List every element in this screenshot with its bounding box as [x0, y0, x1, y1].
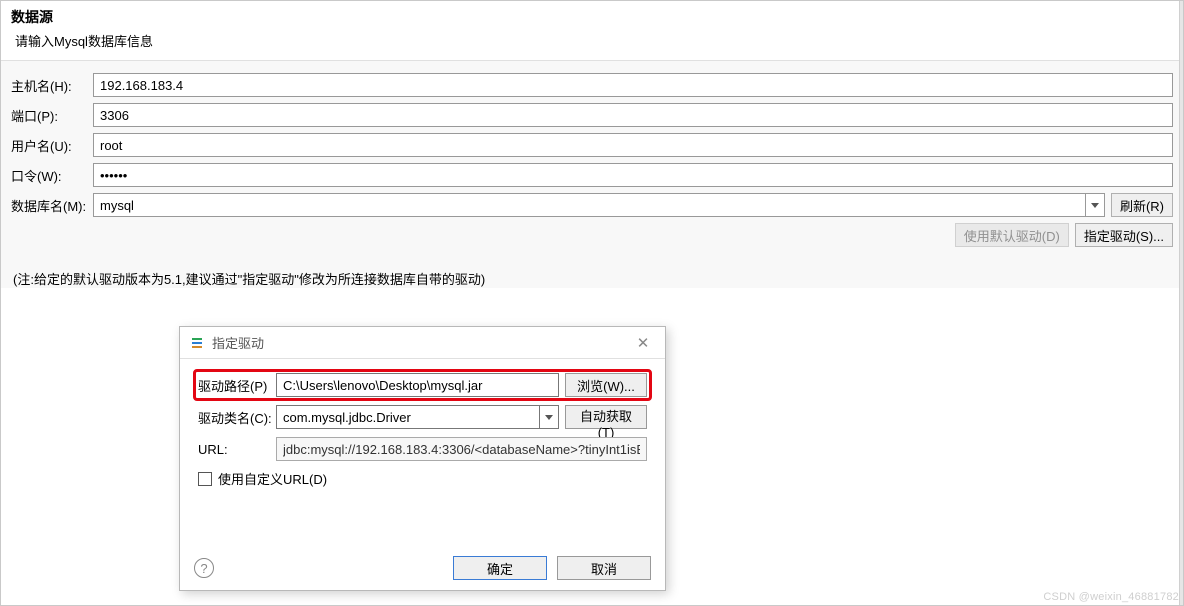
- dbname-dropdown-button[interactable]: [1085, 193, 1105, 217]
- dbname-input[interactable]: [93, 193, 1085, 217]
- dialog-close-button[interactable]: ✕: [631, 331, 655, 355]
- driver-class-input[interactable]: [276, 405, 539, 429]
- help-button[interactable]: ?: [194, 558, 214, 578]
- dialog-header: 数据源 请输入Mysql数据库信息: [1, 1, 1183, 61]
- page-subtitle: 请输入Mysql数据库信息: [1, 29, 1183, 60]
- specify-driver-button[interactable]: 指定驱动(S)...: [1075, 223, 1173, 247]
- user-label: 用户名(U):: [11, 136, 93, 155]
- user-input[interactable]: [93, 133, 1173, 157]
- driver-class-dropdown-button[interactable]: [539, 405, 559, 429]
- browse-button[interactable]: 浏览(W)...: [565, 373, 647, 397]
- ok-button[interactable]: 确定: [453, 556, 547, 580]
- driver-path-label: 驱动路径(P): [198, 376, 276, 395]
- right-resize-edge[interactable]: [1179, 1, 1183, 605]
- highlighted-path-row: 驱动路径(P) 浏览(W)...: [193, 369, 652, 401]
- driver-path-row: 驱动路径(P) 浏览(W)...: [198, 373, 647, 397]
- dbname-row: 数据库名(M): 刷新(R): [11, 193, 1173, 217]
- refresh-button[interactable]: 刷新(R): [1111, 193, 1173, 217]
- driver-path-input[interactable]: [276, 373, 559, 397]
- cancel-button[interactable]: 取消: [557, 556, 651, 580]
- port-row: 端口(P):: [11, 103, 1173, 127]
- host-input[interactable]: [93, 73, 1173, 97]
- dialog-footer: ? 确定 取消: [180, 546, 665, 590]
- driver-button-row: 使用默认驱动(D) 指定驱动(S)...: [11, 223, 1173, 247]
- url-label: URL:: [198, 442, 276, 457]
- port-input[interactable]: [93, 103, 1173, 127]
- watermark: CSDN @weixin_46881782: [1043, 591, 1179, 603]
- dialog-titlebar: 指定驱动 ✕: [180, 327, 665, 359]
- auto-fetch-button[interactable]: 自动获取(T): [565, 405, 647, 429]
- main-window: 数据源 请输入Mysql数据库信息 主机名(H): 端口(P): 用户名(U):…: [0, 0, 1184, 606]
- app-icon: [190, 335, 206, 351]
- use-default-driver-button: 使用默认驱动(D): [955, 223, 1069, 247]
- dbname-label: 数据库名(M):: [11, 196, 93, 215]
- help-icon: ?: [200, 561, 207, 576]
- user-row: 用户名(U):: [11, 133, 1173, 157]
- password-row: 口令(W):: [11, 163, 1173, 187]
- driver-class-row: 驱动类名(C): 自动获取(T): [198, 405, 647, 429]
- driver-note: (注:给定的默认驱动版本为5.1,建议通过"指定驱动"修改为所连接数据库自带的驱…: [11, 269, 1173, 288]
- host-row: 主机名(H):: [11, 73, 1173, 97]
- url-row: URL:: [198, 437, 647, 461]
- driver-class-combo: [276, 405, 559, 429]
- close-icon: ✕: [637, 334, 650, 352]
- driver-class-label: 驱动类名(C):: [198, 408, 276, 427]
- form-body: 主机名(H): 端口(P): 用户名(U): 口令(W): 数据库名(M): 刷…: [1, 61, 1183, 288]
- custom-url-label: 使用自定义URL(D): [218, 469, 327, 488]
- specify-driver-dialog: 指定驱动 ✕ 驱动路径(P) 浏览(W)... 驱动类名(C):: [179, 326, 666, 591]
- chevron-down-icon: [545, 415, 553, 420]
- password-label: 口令(W):: [11, 166, 93, 185]
- custom-url-checkbox[interactable]: [198, 472, 212, 486]
- custom-url-row: 使用自定义URL(D): [198, 469, 647, 488]
- port-label: 端口(P):: [11, 106, 93, 125]
- page-title: 数据源: [1, 1, 1183, 29]
- chevron-down-icon: [1091, 203, 1099, 208]
- dialog-title: 指定驱动: [212, 333, 264, 352]
- host-label: 主机名(H):: [11, 76, 93, 95]
- url-input: [276, 437, 647, 461]
- dbname-combo: [93, 193, 1105, 217]
- dialog-body: 驱动路径(P) 浏览(W)... 驱动类名(C): 自动获取(T) URL:: [180, 359, 665, 494]
- password-input[interactable]: [93, 163, 1173, 187]
